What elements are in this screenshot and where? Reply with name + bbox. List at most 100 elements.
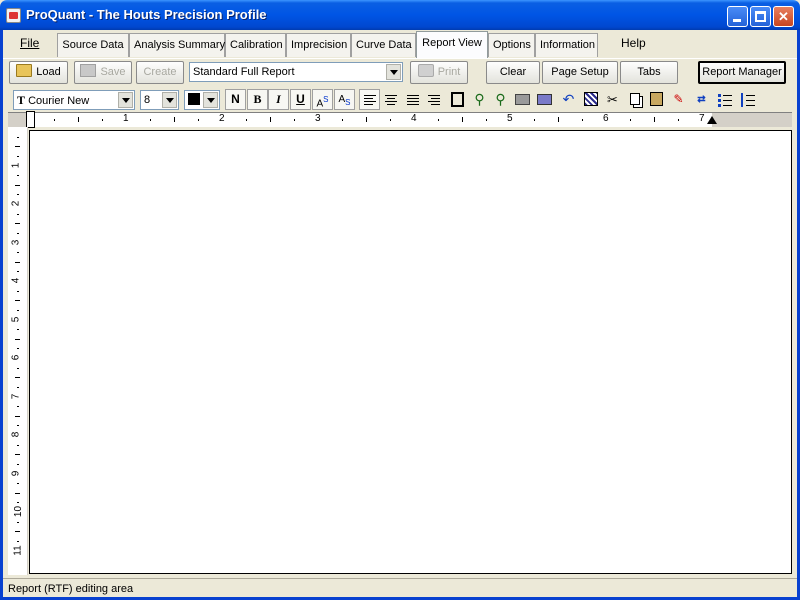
tab-options[interactable]: Options [488,33,535,57]
load-button[interactable]: Load [9,61,68,84]
save-button[interactable]: Save [74,61,132,84]
ruler-text-area [30,113,712,127]
align-center-button[interactable] [380,89,401,110]
bullet-list-button[interactable] [714,89,735,110]
floppy-disk-icon [80,64,97,77]
superscript-button[interactable]: AS [312,89,333,110]
tab-analysis-summary[interactable]: Analysis Summary [129,33,225,57]
ruler-tick [17,444,19,446]
ruler-tick [15,492,20,494]
align-left-button[interactable] [359,89,380,110]
tab-label: Report View [422,37,482,49]
print-button[interactable]: Print [410,61,468,84]
zoom-in-button[interactable]: ⚲ [469,89,490,110]
ruler-tick [17,329,19,331]
ruler-tick [15,223,20,225]
maximize-icon [751,7,770,26]
replace-button[interactable]: ⇄ [691,89,712,110]
page-setup-button[interactable]: Page Setup [542,61,618,84]
horizontal-ruler[interactable]: 1 2 3 4 5 6 7 [8,111,792,128]
ruler-number: 11 [12,544,24,556]
undo-icon: ↶ [562,91,575,107]
menu-help[interactable]: Help [617,34,650,52]
page-view-button[interactable] [447,89,468,110]
ruler-tick [342,119,343,121]
tab-calibration[interactable]: Calibration [225,33,286,57]
ruler-number: 7 [699,113,705,124]
paintbrush-icon: ✎ [673,92,684,106]
ruler-tick [15,531,20,533]
text-color-select[interactable] [184,90,220,110]
report-manager-button[interactable]: Report Manager [698,61,786,84]
close-button[interactable]: ✕ [773,6,794,27]
ruler-tick [462,117,463,122]
tab-source-data[interactable]: Source Data [57,33,129,57]
ruler-number: 5 [507,113,513,124]
report-template-select[interactable]: Standard Full Report [189,62,403,82]
superscript-mark: S [323,95,329,104]
maximize-button[interactable] [750,6,771,27]
bold-button[interactable]: B [247,89,268,110]
chevron-down-icon[interactable] [162,92,177,108]
paste-button[interactable] [646,89,667,110]
ruler-number: 10 [13,505,25,518]
tab-information[interactable]: Information [535,33,598,57]
ruler-tick [17,252,19,254]
subscript-mark: S [345,98,351,107]
clear-button[interactable]: Clear [486,61,540,84]
font-size-select[interactable]: 8 [140,90,179,110]
left-indent-marker-icon[interactable] [26,111,35,128]
ruler-tick [198,119,199,121]
ruler-number: 6 [10,354,22,361]
ruler-number: 9 [10,470,22,476]
minimize-button[interactable] [727,6,748,27]
ruler-tick [17,271,19,273]
folder-open-icon [16,64,33,77]
tab-imprecision[interactable]: Imprecision [286,33,351,57]
ruler-number: 4 [411,113,417,124]
font-family-select[interactable]: T Courier New [13,90,135,110]
align-right-button[interactable] [423,89,444,110]
chevron-down-icon[interactable] [203,92,218,108]
subscript-button[interactable]: AS [334,89,355,110]
report-editor[interactable] [29,130,792,574]
print-setup-button[interactable] [534,89,555,110]
create-button[interactable]: Create [136,61,184,84]
align-justify-button[interactable] [402,89,423,110]
italic-button[interactable]: I [268,89,289,110]
ruler-tick [366,117,367,122]
ruler-tick [17,348,19,350]
undo-button[interactable]: ↶ [558,89,579,110]
ruler-tick [17,386,19,388]
tabs-button[interactable]: Tabs [620,61,678,84]
normal-button[interactable]: N [225,89,246,110]
magnifier-minus-icon: ⚲ [495,91,506,107]
print-preview-button[interactable] [512,89,533,110]
copy-button[interactable] [624,89,645,110]
app-icon[interactable] [6,8,21,23]
zoom-out-button[interactable]: ⚲ [490,89,511,110]
load-label: Load [36,66,61,78]
table-button[interactable] [580,89,601,110]
printer-icon [515,94,530,105]
ruler-tick [17,232,19,234]
ruler-tick [390,119,391,121]
report-manager-label: Report Manager [702,66,782,78]
menu-file[interactable]: File [16,34,43,52]
numbered-list-button[interactable] [737,89,758,110]
title-bar[interactable]: ProQuant - The Houts Precision Profile ✕ [0,0,800,30]
tab-bar: File Source Data Analysis Summary Calibr… [0,30,800,58]
ruler-tick [17,194,19,196]
menu-file-label: File [20,36,40,50]
ruler-number: 2 [10,200,22,207]
chevron-down-icon[interactable] [386,64,401,80]
right-indent-marker-icon[interactable] [707,116,717,124]
tab-curve-data[interactable]: Curve Data [351,33,416,57]
underline-button[interactable]: U [290,89,311,110]
chevron-down-icon[interactable] [118,92,133,108]
bold-label: B [253,92,262,106]
cut-button[interactable]: ✂ [602,89,623,110]
tab-report-view[interactable]: Report View [416,31,488,58]
format-painter-button[interactable]: ✎ [668,89,689,110]
tab-label: Information [540,39,596,51]
